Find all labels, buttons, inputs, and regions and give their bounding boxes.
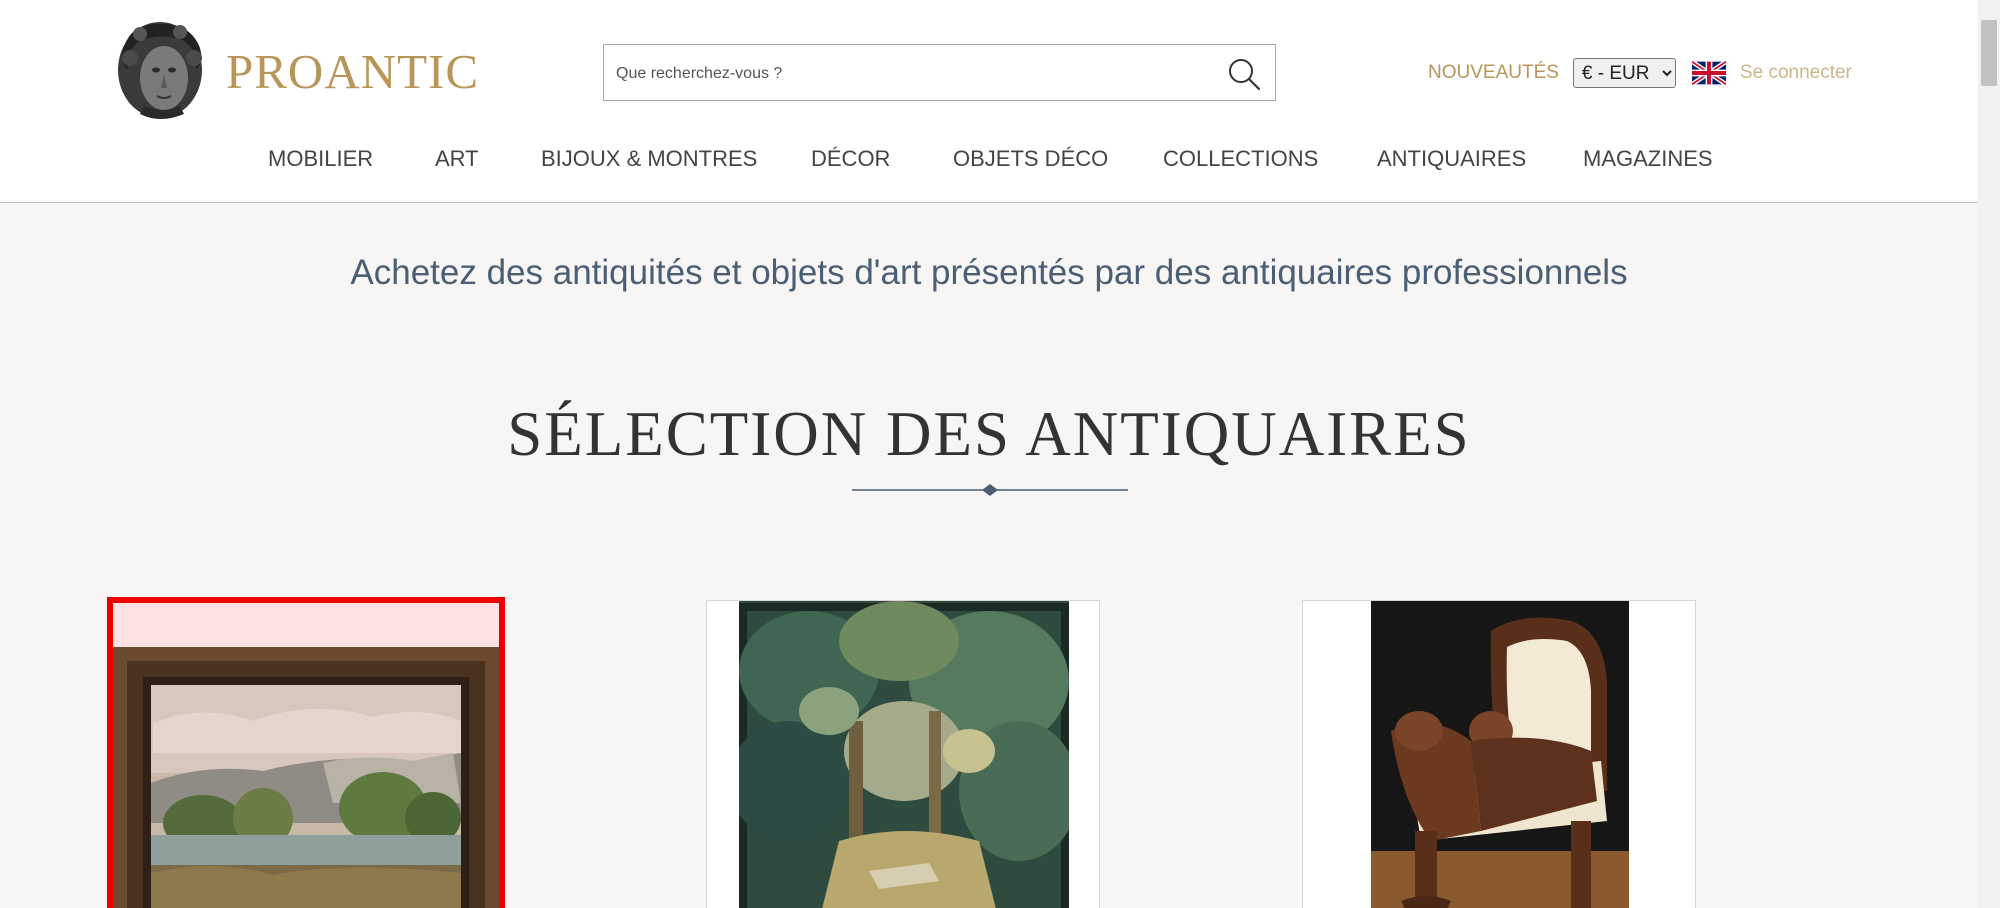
landscape-painting-image: [113, 603, 499, 908]
nav-item-objets-deco[interactable]: OBJETS DÉCO: [953, 146, 1108, 172]
main-nav: MOBILIER ART BIJOUX & MONTRES DÉCOR OBJE…: [0, 146, 1978, 182]
logo-text: PROANTIC: [226, 43, 480, 99]
product-card-painting[interactable]: [107, 597, 505, 908]
title-divider: [852, 484, 1128, 496]
nav-item-mobilier[interactable]: MOBILIER: [268, 146, 373, 172]
logo-link[interactable]: PROANTIC: [110, 18, 479, 124]
page-scrollbar[interactable]: [1978, 0, 2000, 908]
nouveautes-link[interactable]: NOUVEAUTÉS: [1428, 62, 1559, 84]
sculpted-head-logo-icon: [118, 22, 202, 119]
tapestry-image: [739, 601, 1069, 908]
search-box: [603, 44, 1276, 102]
nav-item-decor[interactable]: DÉCOR: [811, 146, 890, 172]
page-tagline: Achetez des antiquités et objets d'art p…: [350, 253, 1628, 292]
nav-item-art[interactable]: ART: [435, 146, 479, 172]
scrollbar-thumb[interactable]: [1981, 20, 1997, 86]
currency-select[interactable]: € - EUR: [1572, 58, 1676, 88]
section-title: SÉLECTION DES ANTIQUAIRES: [507, 399, 1471, 469]
site-header: PROANTIC NOUVEAUTÉS € - EUR Se connecter: [0, 0, 1978, 203]
search-input[interactable]: [614, 45, 1218, 102]
uk-flag-icon[interactable]: [1691, 61, 1726, 85]
nav-item-bijoux-montres[interactable]: BIJOUX & MONTRES: [541, 146, 757, 172]
armchair-image: [1371, 601, 1629, 908]
nav-item-collections[interactable]: COLLECTIONS: [1163, 146, 1318, 172]
login-link[interactable]: Se connecter: [1740, 62, 1852, 84]
product-card-tapestry[interactable]: [706, 600, 1100, 908]
header-actions: NOUVEAUTÉS € - EUR Se connecter: [1428, 58, 1852, 88]
nav-item-magazines[interactable]: MAGAZINES: [1583, 146, 1713, 172]
page: PROANTIC NOUVEAUTÉS € - EUR Se connecter: [0, 0, 1978, 908]
nav-item-antiquaires[interactable]: ANTIQUAIRES: [1377, 146, 1526, 172]
search-icon[interactable]: [1227, 57, 1261, 91]
product-card-armchair[interactable]: [1302, 600, 1696, 908]
